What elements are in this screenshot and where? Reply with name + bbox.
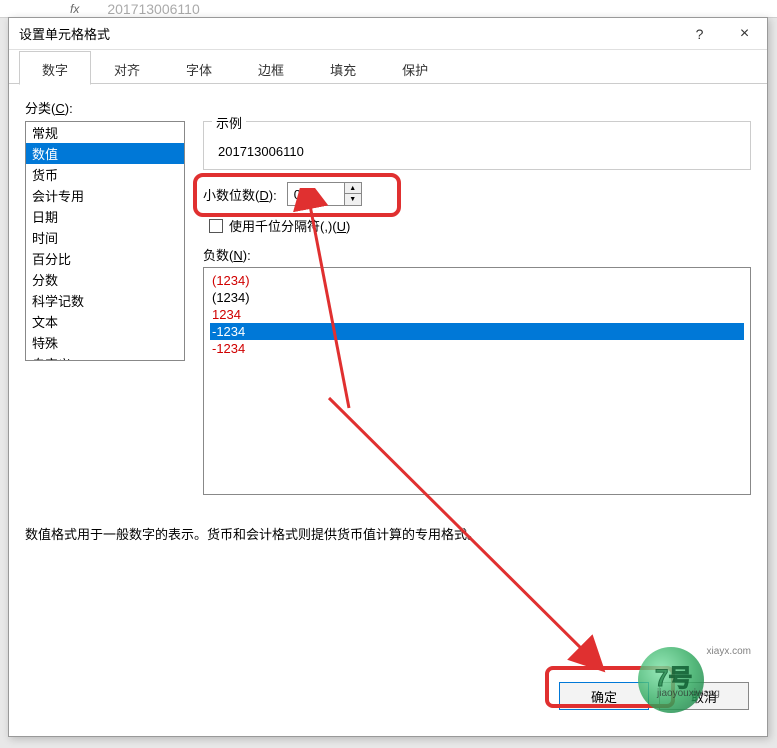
ok-button[interactable]: 确定	[559, 682, 649, 710]
decimal-decrement[interactable]: ▼	[345, 194, 361, 205]
category-item[interactable]: 会计专用	[26, 185, 184, 206]
negative-label-prefix: 负数(	[203, 248, 233, 263]
format-description: 数值格式用于一般数字的表示。货币和会计格式则提供货币值计算的专用格式。	[25, 524, 745, 543]
sample-fieldset: 示例 201713006110	[203, 121, 751, 170]
thousands-label-suffix: )	[346, 219, 350, 234]
thousands-label-prefix: 使用千位分隔符(,)(	[229, 219, 337, 234]
category-label-suffix: ):	[65, 101, 73, 116]
negative-item[interactable]: 1234	[210, 306, 744, 323]
decimal-row: 小数位数(D): ▲ ▼	[203, 182, 751, 206]
titlebar: 设置单元格格式 ? ×	[9, 18, 767, 50]
tab-border[interactable]: 边框	[235, 51, 307, 85]
category-item[interactable]: 数值	[26, 143, 184, 164]
negative-label-suffix: ):	[243, 248, 251, 263]
formula-bar: fx 201713006110	[0, 0, 777, 18]
category-item[interactable]: 分数	[26, 269, 184, 290]
negative-item[interactable]: (1234)	[210, 272, 744, 289]
tab-bar: 数字 对齐 字体 边框 填充 保护	[9, 50, 767, 84]
category-item[interactable]: 百分比	[26, 248, 184, 269]
format-cells-dialog: 设置单元格格式 ? × 数字 对齐 字体 边框 填充 保护 分类(C): 常规数…	[8, 17, 768, 737]
category-listbox[interactable]: 常规数值货币会计专用日期时间百分比分数科学记数文本特殊自定义	[25, 121, 185, 361]
negative-item[interactable]: (1234)	[210, 289, 744, 306]
decimal-input[interactable]	[288, 183, 344, 205]
category-item[interactable]: 自定义	[26, 353, 184, 361]
negative-label-hotkey: N	[233, 248, 242, 263]
fx-label: fx	[70, 2, 79, 16]
negative-listbox[interactable]: (1234)(1234)1234-1234-1234	[203, 267, 751, 495]
category-label: 分类(C):	[25, 98, 751, 117]
category-item[interactable]: 科学记数	[26, 290, 184, 311]
tab-protection[interactable]: 保护	[379, 51, 451, 85]
tab-font[interactable]: 字体	[163, 51, 235, 85]
tab-alignment[interactable]: 对齐	[91, 51, 163, 85]
decimal-label: 小数位数(D):	[203, 185, 277, 204]
decimal-increment[interactable]: ▲	[345, 183, 361, 194]
tab-number[interactable]: 数字	[19, 51, 91, 85]
decimal-spinner[interactable]: ▲ ▼	[287, 182, 362, 206]
cancel-button[interactable]: 取消	[659, 682, 749, 710]
category-item[interactable]: 特殊	[26, 332, 184, 353]
category-item[interactable]: 文本	[26, 311, 184, 332]
thousands-row[interactable]: 使用千位分隔符(,)(U)	[209, 216, 751, 235]
thousands-label: 使用千位分隔符(,)(U)	[229, 216, 350, 235]
sample-value: 201713006110	[218, 144, 740, 159]
negative-label: 负数(N):	[203, 245, 751, 264]
decimal-label-hotkey: D	[259, 188, 268, 203]
category-item[interactable]: 常规	[26, 122, 184, 143]
category-item[interactable]: 货币	[26, 164, 184, 185]
dialog-buttons: 确定 取消	[559, 682, 749, 710]
decimal-label-prefix: 小数位数(	[203, 188, 259, 203]
sample-legend: 示例	[212, 113, 246, 132]
negative-item[interactable]: -1234	[210, 340, 744, 357]
tab-fill[interactable]: 填充	[307, 51, 379, 85]
help-button[interactable]: ?	[677, 18, 722, 50]
category-label-prefix: 分类(	[25, 101, 55, 116]
negative-item[interactable]: -1234	[210, 323, 744, 340]
category-item[interactable]: 时间	[26, 227, 184, 248]
dialog-title: 设置单元格格式	[19, 24, 677, 43]
thousands-label-hotkey: U	[337, 219, 346, 234]
category-label-hotkey: C	[55, 101, 64, 116]
formula-value: 201713006110	[107, 1, 199, 17]
close-button[interactable]: ×	[722, 18, 767, 50]
thousands-checkbox[interactable]	[209, 219, 223, 233]
category-item[interactable]: 日期	[26, 206, 184, 227]
decimal-label-suffix: ):	[269, 188, 277, 203]
